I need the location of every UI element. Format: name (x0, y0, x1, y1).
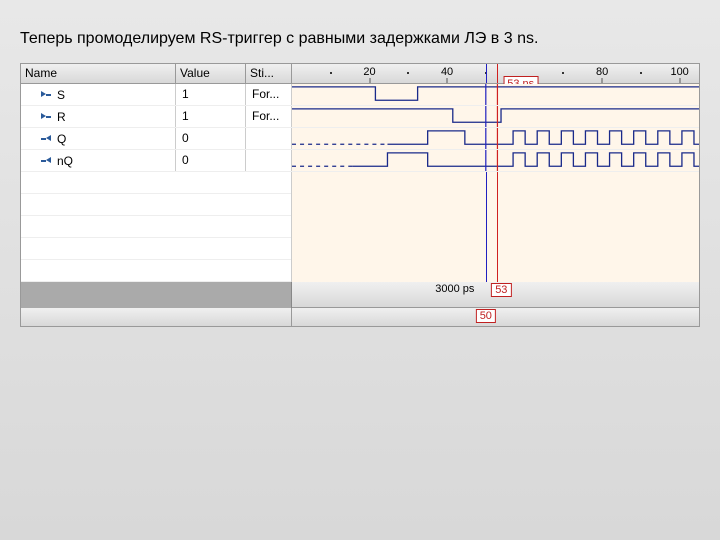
port-in-icon (41, 113, 51, 120)
signal-row-Q[interactable]: Q0 (21, 128, 699, 150)
signal-row-nQ[interactable]: nQ0 (21, 150, 699, 172)
cursor-red[interactable] (497, 64, 498, 83)
signal-stimulus: For... (246, 84, 292, 105)
port-out-icon (41, 135, 51, 142)
waveform-viewer: Name Value Sti... 53 ns 204080100 S1For.… (20, 63, 700, 327)
port-out-icon (41, 157, 51, 164)
cursor-blue[interactable] (486, 64, 487, 83)
waveform-Q[interactable] (292, 128, 699, 149)
signal-stimulus (246, 128, 292, 149)
col-header-name[interactable]: Name (21, 64, 176, 84)
signal-name: S (21, 84, 176, 105)
ruler-tick: 40 (441, 66, 453, 78)
col-header-sti[interactable]: Sti... (246, 64, 292, 84)
ruler-tick: 80 (596, 66, 608, 78)
signal-value: 0 (176, 150, 246, 171)
signal-name: Q (21, 128, 176, 149)
empty-area (21, 172, 699, 282)
col-header-value[interactable]: Value (176, 64, 246, 84)
signal-name: R (21, 106, 176, 127)
signal-row-S[interactable]: S1For... (21, 84, 699, 106)
port-in-icon (41, 91, 51, 98)
delta-time-label: 3000 ps (435, 283, 474, 295)
footer-measure: 3000 ps 53 (292, 282, 699, 308)
waveform-empty[interactable] (292, 172, 699, 282)
red-cursor-value: 53 (491, 283, 511, 297)
waveform-S[interactable] (292, 84, 699, 105)
signal-stimulus (246, 150, 292, 171)
ruler-tick: 100 (670, 66, 688, 78)
time-ruler[interactable]: 53 ns 204080100 (292, 64, 699, 84)
bottom-ruler: 50 (21, 308, 699, 326)
signal-value: 1 (176, 84, 246, 105)
blue-cursor-value: 50 (476, 309, 496, 323)
waveform-R[interactable] (292, 106, 699, 127)
waveform-nQ[interactable] (292, 150, 699, 171)
signal-value: 1 (176, 106, 246, 127)
ruler-tick: 20 (363, 66, 375, 78)
footer-left-gray (21, 282, 292, 308)
signal-row-R[interactable]: R1For... (21, 106, 699, 128)
page-caption: Теперь промоделируем RS-триггер с равным… (0, 0, 720, 63)
footer-bar: 3000 ps 53 (21, 282, 699, 308)
signal-name: nQ (21, 150, 176, 171)
signal-value: 0 (176, 128, 246, 149)
cursor-blue[interactable] (486, 172, 487, 282)
cursor-red[interactable] (497, 172, 498, 282)
column-header-row: Name Value Sti... 53 ns 204080100 (21, 64, 699, 84)
signal-stimulus: For... (246, 106, 292, 127)
